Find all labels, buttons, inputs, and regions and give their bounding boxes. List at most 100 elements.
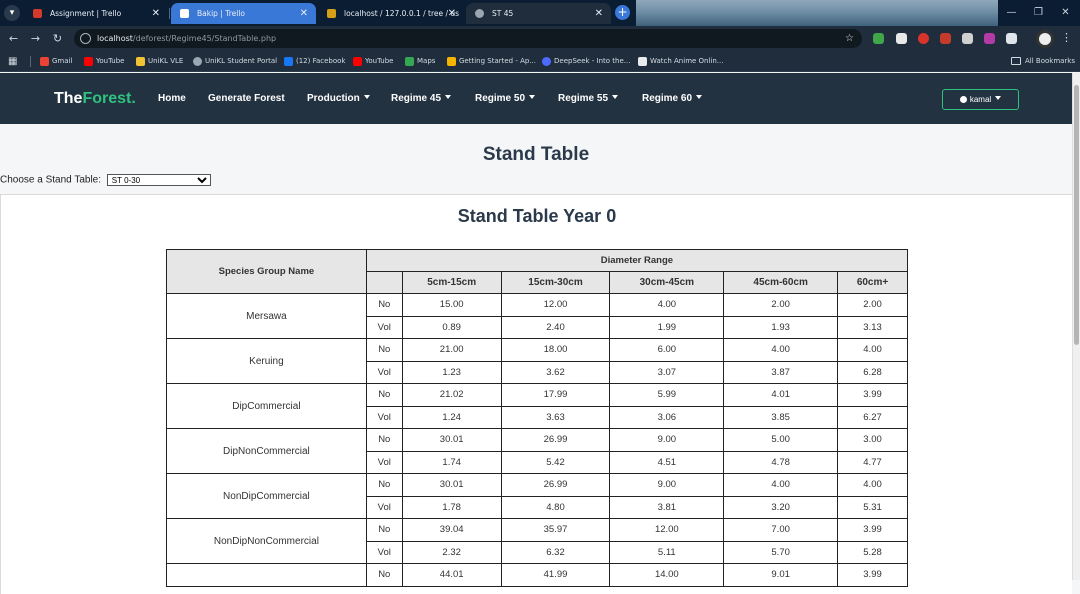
- extension-icon[interactable]: [918, 33, 929, 44]
- table-cell: 4.80: [500, 495, 611, 519]
- tab-assignment-trello[interactable]: Assignment | Trello ✕: [24, 3, 168, 24]
- nav-production-label: Production: [307, 93, 360, 104]
- bookmark-item[interactable]: Gmail: [40, 51, 72, 72]
- row-type-label: No: [365, 563, 403, 587]
- reload-icon[interactable]: ↻: [49, 30, 66, 47]
- user-menu-button[interactable]: kamal: [942, 89, 1019, 110]
- table-cell: 6.32: [500, 540, 611, 564]
- restore-icon[interactable]: ❐: [1025, 0, 1052, 26]
- site-info-icon[interactable]: [80, 33, 91, 44]
- table-row: Mersawa No 15.00 12.00 4.00 2.00 2.00: [166, 293, 908, 339]
- bookmark-star-icon[interactable]: ☆: [845, 29, 854, 48]
- bookmark-item[interactable]: UniKL Student Portal: [193, 51, 277, 72]
- table-cell: 21.02: [401, 383, 502, 407]
- back-icon[interactable]: ←: [5, 30, 22, 47]
- table-cell: 2.40: [500, 315, 611, 339]
- table-cell: 4.00: [837, 338, 908, 362]
- nav-regime-50[interactable]: Regime 50: [475, 73, 536, 125]
- row-type-label: Vol: [365, 450, 403, 474]
- extensions-puzzle-icon[interactable]: [1006, 33, 1017, 44]
- bookmark-item[interactable]: UniKL VLE: [136, 51, 183, 72]
- species-group-name: DipCommercial: [166, 383, 367, 429]
- species-group-name: NonDipNonCommercial: [166, 518, 367, 564]
- table-cell: 3.99: [837, 518, 908, 542]
- scrollbar-thumb[interactable]: [1074, 85, 1079, 345]
- table-cell: 3.87: [723, 360, 839, 384]
- unikl-icon: [136, 57, 145, 66]
- row-type-label: Vol: [365, 405, 403, 429]
- forward-icon[interactable]: →: [27, 30, 44, 47]
- nav-regime-55[interactable]: Regime 55: [558, 73, 619, 125]
- close-tab-icon[interactable]: ✕: [595, 3, 603, 24]
- table-cell: 35.97: [500, 518, 611, 542]
- profile-avatar[interactable]: [1036, 30, 1054, 48]
- row-type-label: No: [365, 293, 403, 317]
- stand-table-select[interactable]: ST 0-30: [106, 174, 211, 186]
- bookmark-label: Gmail: [52, 57, 73, 65]
- nav-generate-forest[interactable]: Generate Forest: [208, 73, 285, 125]
- table-cell: 3.20: [723, 495, 839, 519]
- extension-icon[interactable]: [873, 33, 884, 44]
- table-cell: 12.00: [500, 293, 611, 317]
- species-group-name: Keruing: [166, 338, 367, 384]
- youtube-icon: [353, 57, 362, 66]
- table-cell: 17.99: [500, 383, 611, 407]
- close-tab-icon[interactable]: ✕: [448, 3, 456, 24]
- nav-regime-45[interactable]: Regime 45: [391, 73, 452, 125]
- bookmark-item[interactable]: YouTube: [84, 51, 124, 72]
- nav-home[interactable]: Home: [158, 73, 186, 125]
- bookmark-label: Getting Started - Ap...: [459, 57, 537, 65]
- bookmark-item[interactable]: Maps: [405, 51, 435, 72]
- table-cell: 39.04: [401, 518, 502, 542]
- tab-st45[interactable]: ST 45 ✕: [466, 3, 611, 24]
- window-background: [636, 0, 998, 26]
- table-cell: 26.99: [500, 428, 611, 452]
- close-tab-icon[interactable]: ✕: [300, 3, 308, 24]
- stand-table: Species Group Name Diameter Range 5cm-15…: [166, 249, 909, 587]
- diameter-column-header: 5cm-15cm: [401, 271, 502, 294]
- card-title: Stand Table Year 0: [457, 206, 617, 226]
- bookmark-item[interactable]: YouTube: [353, 51, 393, 72]
- table-cell: 4.00: [723, 338, 839, 362]
- tab-bakip-trello[interactable]: Bakip | Trello ✕: [171, 3, 316, 24]
- page-scrollbar[interactable]: [1072, 73, 1080, 580]
- browser-menu-icon[interactable]: ⋮: [1061, 31, 1072, 44]
- nav-regime-60[interactable]: Regime 60: [642, 73, 703, 125]
- close-tab-icon[interactable]: ✕: [152, 3, 160, 24]
- table-cell: 3.81: [609, 495, 725, 519]
- apps-grid-icon[interactable]: ▦: [8, 51, 17, 72]
- table-cell: 5.11: [609, 540, 725, 564]
- tab-phpmyadmin[interactable]: localhost / 127.0.0.1 / tree / us ✕: [318, 3, 464, 24]
- tab-search-icon[interactable]: ▾: [4, 5, 20, 21]
- table-row: NonDipNonCommercial No 39.04 35.97 12.00 7.00…: [166, 518, 908, 564]
- brand-logo[interactable]: TheForest.: [54, 73, 136, 124]
- extension-icon[interactable]: [984, 33, 995, 44]
- extension-icon[interactable]: [962, 33, 973, 44]
- table-cell: 0.89: [401, 315, 502, 339]
- bookmark-label: UniKL VLE: [148, 57, 184, 65]
- new-tab-button[interactable]: +: [615, 5, 630, 20]
- bookmark-label: (12) Facebook: [296, 57, 346, 65]
- extension-icon[interactable]: [896, 33, 907, 44]
- table-row: No 44.01 41.99 14.00 9.01 3.99: [166, 563, 908, 587]
- nav-production[interactable]: Production: [307, 73, 370, 125]
- all-bookmarks-button[interactable]: All Bookmarks: [1011, 51, 1075, 72]
- address-bar[interactable]: localhost/deforest/Regime45/StandTable.p…: [74, 29, 862, 48]
- tab-title: Assignment | Trello: [50, 9, 122, 18]
- minimize-icon[interactable]: —: [998, 0, 1025, 26]
- trello-icon: [33, 9, 42, 18]
- globe-icon: [475, 9, 484, 18]
- table-cell: 12.00: [609, 518, 725, 542]
- bookmark-item[interactable]: DeepSeek - Into the...: [542, 51, 630, 72]
- bookmark-item[interactable]: Watch Anime Onlin...: [638, 51, 724, 72]
- bookmark-item[interactable]: (12) Facebook: [284, 51, 346, 72]
- tab-title: Bakip | Trello: [197, 9, 245, 18]
- table-cell: 44.01: [401, 563, 502, 587]
- extension-icon[interactable]: [940, 33, 951, 44]
- bookmark-label: YouTube: [96, 57, 125, 65]
- diameter-column-header: 15cm-30cm: [500, 271, 611, 294]
- close-window-icon[interactable]: ✕: [1052, 0, 1079, 26]
- table-row: DipNonCommercial No 30.01 26.99 9.00 5.00 3.00: [166, 428, 908, 474]
- phpmyadmin-icon: [327, 9, 336, 18]
- bookmark-item[interactable]: Getting Started - Ap...: [447, 51, 536, 72]
